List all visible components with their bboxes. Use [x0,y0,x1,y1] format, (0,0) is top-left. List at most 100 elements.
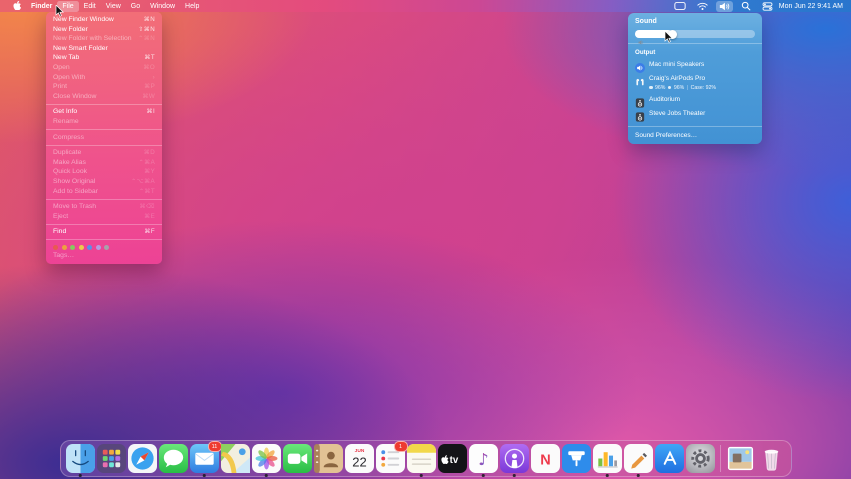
menu-separator [46,239,162,240]
apple-logo-icon [13,0,21,12]
mouse-cursor-volume-slider [664,31,673,44]
menu-item-label: New Smart Folder [53,44,108,54]
menu-window[interactable]: Window [145,1,180,12]
photos-icon [252,444,281,473]
airpods-icon [635,74,645,84]
tag-dot[interactable] [70,245,75,250]
notes-icon [407,444,436,473]
dock-item-messages[interactable] [159,444,188,473]
menu-item-label: Compress [53,133,84,143]
menu-finder[interactable]: Finder [26,1,57,12]
tag-dot[interactable] [104,245,109,250]
dock-item-trash[interactable] [757,444,786,473]
menu-go[interactable]: Go [126,1,145,12]
earbud-icon [649,86,653,90]
menu-item-tags: Tags… [46,251,162,261]
dock-item-maps[interactable] [221,444,250,473]
tag-dot[interactable] [53,245,58,250]
safari-icon [128,444,157,473]
menu-item-new-tab[interactable]: New Tab⌘T [46,53,162,63]
airplay-speaker-icon [635,95,645,105]
svg-text:tv: tv [449,455,458,466]
menu-item-shortcut: ⌘D [144,148,155,158]
divider [628,126,762,127]
dock-item-mail[interactable]: 11 [190,444,219,473]
dock-item-contacts[interactable] [314,444,343,473]
contacts-icon [314,444,343,473]
volume-slider[interactable] [635,30,755,38]
dock-item-photo-stack[interactable] [726,444,755,473]
menu-bar: FinderFileEditViewGoWindowHelp Mon Jun 2… [0,0,851,12]
dock-item-numbers[interactable] [593,444,622,473]
menu-item-new-folder-with-selection: New Folder with Selection⌃⌘N [46,34,162,44]
dock-item-app-store[interactable] [655,444,684,473]
menu-item-shortcut: › [153,73,155,83]
running-indicator-dot [79,474,82,477]
screen-mirroring-icon[interactable] [671,0,689,12]
music-icon: ♪ [469,444,498,473]
tag-dot[interactable] [62,245,67,250]
maps-icon [221,444,250,473]
control-center-icon[interactable] [759,1,776,12]
menu-item-shortcut: ⌘F [144,227,155,237]
menu-item-new-folder[interactable]: New Folder⇧⌘N [46,25,162,35]
menu-item-find[interactable]: Find⌘F [46,227,162,237]
device-name: Mac mini Speakers [649,60,704,70]
messages-icon [159,444,188,473]
dock-item-finder[interactable] [66,444,95,473]
output-device-steve-jobs-theater[interactable]: Steve Jobs Theater [634,107,756,121]
menu-item-shortcut: ⌘⌫ [139,202,155,212]
menu-item-label: Move to Trash [53,202,96,212]
menu-item-show-original: Show Original⌃⌥⌘A [46,177,162,187]
tag-dot[interactable] [87,245,92,250]
dock-item-calendar[interactable]: JUN22 [345,444,374,473]
menu-help[interactable]: Help [180,1,204,12]
dock-item-notes[interactable] [407,444,436,473]
menu-bar-clock[interactable]: Mon Jun 22 9:41 AM [779,3,843,10]
finder-icon [66,444,95,473]
dock-item-pages[interactable] [624,444,653,473]
sound-preferences-link[interactable]: Sound Preferences… [635,132,755,139]
menu-item-label: Tags… [53,251,74,261]
wifi-icon[interactable] [694,1,711,12]
dock-item-tv[interactable]: tv [438,444,467,473]
dock-item-launchpad[interactable] [97,444,126,473]
menu-edit[interactable]: Edit [79,1,101,12]
dock-item-photos[interactable] [252,444,281,473]
running-indicator-dot [606,474,609,477]
menu-item-label: Add to Sidebar [53,187,98,197]
running-indicator-dot [482,474,485,477]
dock-item-facetime[interactable] [283,444,312,473]
apple-menu[interactable] [8,0,26,12]
running-indicator-dot [420,474,423,477]
menu-item-label: New Folder with Selection [53,34,132,44]
dock-item-news[interactable]: N [531,444,560,473]
dock-item-keynote[interactable] [562,444,591,473]
left-earbud-battery: 96% [655,85,665,91]
dock-item-podcasts[interactable] [500,444,529,473]
case-battery: Case: 92% [691,85,716,91]
menu-item-new-smart-folder[interactable]: New Smart Folder [46,44,162,54]
menu-item-add-to-sidebar: Add to Sidebar⌃⌘T [46,187,162,197]
menu-item-get-info[interactable]: Get Info⌘I [46,107,162,117]
output-device-mac-mini-speakers[interactable]: Mac mini Speakers [634,58,756,72]
output-device-auditorium[interactable]: Auditorium [634,93,756,107]
dock-item-reminders[interactable]: 1 [376,444,405,473]
volume-icon[interactable] [716,1,733,12]
output-device-craig-s-airpods-pro[interactable]: Craig's AirPods Pro96%96%|Case: 92% [634,72,756,93]
menu-item-label: Duplicate [53,148,81,158]
dock-item-safari[interactable] [128,444,157,473]
speaker-circle-icon [635,60,645,70]
spotlight-search-icon[interactable] [738,0,754,12]
speaker-icon [638,32,644,50]
menu-item-label: Open With [53,73,85,83]
tag-dot[interactable] [79,245,84,250]
dock-item-system-preferences[interactable] [686,444,715,473]
dock-item-music[interactable]: ♪ [469,444,498,473]
device-name: Craig's AirPods Pro [649,74,716,84]
menu-item-shortcut: ⌘P [144,82,155,92]
menu-view[interactable]: View [101,1,126,12]
menu-item-open-with: Open With › [46,73,162,83]
menu-item-label: Rename [53,117,79,127]
tag-dot[interactable] [96,245,101,250]
